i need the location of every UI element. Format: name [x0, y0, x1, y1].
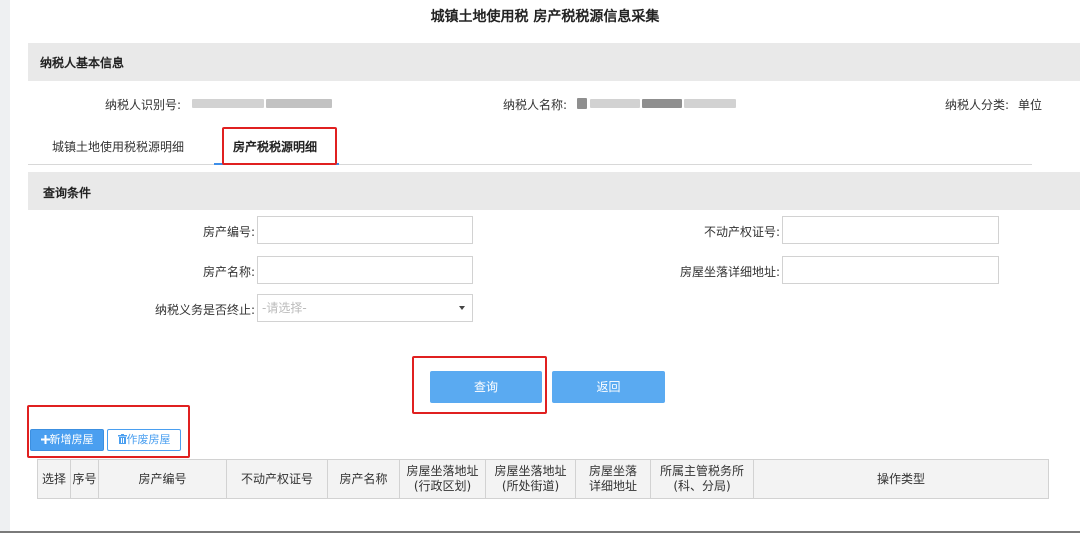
taxpayer-name-redacted-4	[684, 99, 736, 108]
terminated-select-placeholder: -请选择-	[262, 301, 307, 315]
table-header-row: 选择 序号 房产编号 不动产权证号 房产名称 房屋坐落地址 (行政区划) 房屋坐落…	[37, 459, 1049, 499]
column-header-cert-no: 不动产权证号	[226, 459, 328, 499]
tab-land-use-tax[interactable]: 城镇土地使用税税源明细	[52, 138, 184, 155]
taxpayer-id-redacted-tail	[266, 99, 332, 108]
tab-bar-divider	[28, 164, 1032, 165]
basic-info-title: 纳税人基本信息	[40, 56, 125, 70]
taxpayer-name-redacted-3	[642, 99, 682, 108]
terminated-select[interactable]: -请选择-	[257, 294, 473, 322]
back-button[interactable]: 返回	[552, 371, 665, 403]
column-header-tax-office: 所属主管税务所 (科、分局)	[650, 459, 754, 499]
taxpayer-category-value: 单位	[1018, 98, 1043, 112]
taxpayer-id-redacted	[192, 99, 264, 108]
query-title: 查询条件	[43, 186, 92, 200]
column-header-address-detail: 房屋坐落 详细地址	[575, 459, 651, 499]
column-header-operation-type: 操作类型	[753, 459, 1049, 499]
column-header-property-name: 房产名称	[327, 459, 400, 499]
address-detail-input[interactable]	[782, 256, 999, 284]
query-header: 查询条件	[28, 172, 1080, 210]
highlight-box-toolbar	[27, 405, 190, 458]
taxpayer-name-redacted-1	[577, 98, 587, 109]
chevron-down-icon	[459, 306, 465, 310]
column-header-select: 选择	[37, 459, 71, 499]
address-detail-label: 房屋坐落详细地址:	[679, 265, 780, 279]
column-header-address-street: 房屋坐落地址 (所处街道)	[485, 459, 576, 499]
property-name-input[interactable]	[257, 256, 473, 284]
property-no-label: 房产编号:	[202, 225, 255, 239]
column-header-index: 序号	[70, 459, 99, 499]
taxpayer-category-label: 纳税人分类:	[945, 98, 1010, 112]
property-table: 选择 序号 房产编号 不动产权证号 房产名称 房屋坐落地址 (行政区划) 房屋坐落…	[37, 459, 1049, 499]
terminated-label: 纳税义务是否终止:	[154, 303, 255, 317]
cert-no-label: 不动产权证号:	[703, 225, 780, 239]
property-name-label: 房产名称:	[202, 265, 255, 279]
page-container: 城镇土地使用税 房产税税源信息采集 纳税人基本信息 纳税人识别号: 纳税人名称:…	[10, 0, 1080, 531]
highlight-box-search	[412, 356, 547, 414]
property-no-input[interactable]	[257, 216, 473, 244]
highlight-box-tab	[222, 127, 337, 165]
cert-no-input[interactable]	[782, 216, 999, 244]
taxpayer-name-redacted-2	[590, 99, 640, 108]
basic-info-header: 纳税人基本信息	[28, 43, 1080, 81]
column-header-address-district: 房屋坐落地址 (行政区划)	[399, 459, 486, 499]
column-header-property-no: 房产编号	[98, 459, 227, 499]
taxpayer-name-label: 纳税人名称:	[503, 98, 568, 112]
page-title: 城镇土地使用税 房产税税源信息采集	[430, 9, 660, 25]
taxpayer-id-label: 纳税人识别号:	[105, 98, 182, 112]
